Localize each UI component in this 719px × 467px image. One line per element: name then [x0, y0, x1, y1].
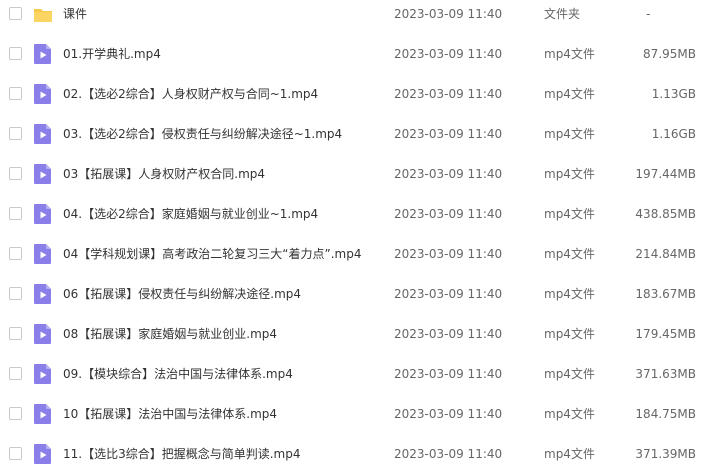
file-name[interactable]: 10【拓展课】法治中国与法律体系.mp4: [63, 394, 277, 434]
file-date: 2023-03-09 11:40: [394, 447, 503, 461]
file-name[interactable]: 01.开学典礼.mp4: [63, 34, 161, 74]
file-name[interactable]: 06【拓展课】侵权责任与纠纷解决途径.mp4: [63, 274, 301, 314]
file-date: 2023-03-09 11:40: [394, 47, 503, 61]
folder-icon: [33, 3, 53, 25]
file-size: 438.85MB: [635, 207, 696, 221]
file-date: 2023-03-09 11:40: [394, 7, 503, 21]
file-type: mp4文件: [544, 167, 595, 181]
file-date: 2023-03-09 11:40: [394, 87, 503, 101]
file-date: 2023-03-09 11:40: [394, 247, 503, 261]
file-size: 179.45MB: [635, 327, 696, 341]
file-name[interactable]: 课件: [63, 0, 87, 34]
file-type: mp4文件: [544, 447, 595, 461]
file-name[interactable]: 02.【选必2综合】人身权财产权与合同~1.mp4: [63, 74, 318, 114]
file-type: mp4文件: [544, 367, 595, 381]
file-type: mp4文件: [544, 207, 595, 221]
video-file-icon: [33, 323, 53, 345]
file-row[interactable]: 09.【模块综合】法治中国与法律体系.mp4 2023-03-09 11:40 …: [0, 354, 719, 394]
file-row[interactable]: 03【拓展课】人身权财产权合同.mp4 2023-03-09 11:40 mp4…: [0, 154, 719, 194]
file-size: 371.63MB: [635, 367, 696, 381]
file-type: mp4文件: [544, 247, 595, 261]
file-row[interactable]: 02.【选必2综合】人身权财产权与合同~1.mp4 2023-03-09 11:…: [0, 74, 719, 114]
file-size: 371.39MB: [635, 447, 696, 461]
file-date: 2023-03-09 11:40: [394, 407, 503, 421]
file-row-folder[interactable]: 课件 2023-03-09 11:40 文件夹 -: [0, 0, 719, 34]
file-type: mp4文件: [544, 287, 595, 301]
file-size: -: [646, 7, 651, 21]
file-row[interactable]: 06【拓展课】侵权责任与纠纷解决途径.mp4 2023-03-09 11:40 …: [0, 274, 719, 314]
row-checkbox[interactable]: [9, 247, 22, 260]
file-name[interactable]: 04【学科规划课】高考政治二轮复习三大“着力点”.mp4: [63, 234, 361, 274]
row-checkbox[interactable]: [9, 367, 22, 380]
file-row[interactable]: 10【拓展课】法治中国与法律体系.mp4 2023-03-09 11:40 mp…: [0, 394, 719, 434]
file-size: 1.16GB: [651, 127, 696, 141]
video-file-icon: [33, 243, 53, 265]
row-checkbox[interactable]: [9, 7, 22, 20]
file-size: 197.44MB: [635, 167, 696, 181]
file-date: 2023-03-09 11:40: [394, 127, 503, 141]
row-checkbox[interactable]: [9, 447, 22, 460]
row-checkbox[interactable]: [9, 207, 22, 220]
file-type: mp4文件: [544, 47, 595, 61]
file-type: mp4文件: [544, 87, 595, 101]
row-checkbox[interactable]: [9, 287, 22, 300]
video-file-icon: [33, 123, 53, 145]
row-checkbox[interactable]: [9, 407, 22, 420]
file-name[interactable]: 03【拓展课】人身权财产权合同.mp4: [63, 154, 265, 194]
file-name[interactable]: 08【拓展课】家庭婚姻与就业创业.mp4: [63, 314, 277, 354]
video-file-icon: [33, 283, 53, 305]
file-date: 2023-03-09 11:40: [394, 167, 503, 181]
file-row[interactable]: 04.【选必2综合】家庭婚姻与就业创业~1.mp4 2023-03-09 11:…: [0, 194, 719, 234]
video-file-icon: [33, 43, 53, 65]
file-size: 184.75MB: [635, 407, 696, 421]
file-type: 文件夹: [544, 7, 581, 21]
file-type: mp4文件: [544, 327, 595, 341]
file-size: 1.13GB: [651, 87, 696, 101]
file-name[interactable]: 03.【选必2综合】侵权责任与纠纷解决途径~1.mp4: [63, 114, 342, 154]
file-row[interactable]: 08【拓展课】家庭婚姻与就业创业.mp4 2023-03-09 11:40 mp…: [0, 314, 719, 354]
file-row[interactable]: 11.【选比3综合】把握概念与简单判读.mp4 2023-03-09 11:40…: [0, 434, 719, 467]
file-size: 183.67MB: [635, 287, 696, 301]
file-date: 2023-03-09 11:40: [394, 327, 503, 341]
row-checkbox[interactable]: [9, 127, 22, 140]
video-file-icon: [33, 83, 53, 105]
file-date: 2023-03-09 11:40: [394, 207, 503, 221]
row-checkbox[interactable]: [9, 47, 22, 60]
file-row[interactable]: 01.开学典礼.mp4 2023-03-09 11:40 mp4文件 87.95…: [0, 34, 719, 74]
file-type: mp4文件: [544, 127, 595, 141]
video-file-icon: [33, 403, 53, 425]
file-date: 2023-03-09 11:40: [394, 367, 503, 381]
video-file-icon: [33, 163, 53, 185]
file-type: mp4文件: [544, 407, 595, 421]
file-size: 87.95MB: [643, 47, 696, 61]
file-name[interactable]: 09.【模块综合】法治中国与法律体系.mp4: [63, 354, 293, 394]
file-name[interactable]: 04.【选必2综合】家庭婚姻与就业创业~1.mp4: [63, 194, 318, 234]
file-size: 214.84MB: [635, 247, 696, 261]
row-checkbox[interactable]: [9, 327, 22, 340]
row-checkbox[interactable]: [9, 167, 22, 180]
video-file-icon: [33, 443, 53, 465]
video-file-icon: [33, 203, 53, 225]
file-row[interactable]: 03.【选必2综合】侵权责任与纠纷解决途径~1.mp4 2023-03-09 1…: [0, 114, 719, 154]
file-list: 课件 2023-03-09 11:40 文件夹 - 01.开学典礼.mp4 20…: [0, 0, 719, 467]
file-row[interactable]: 04【学科规划课】高考政治二轮复习三大“着力点”.mp4 2023-03-09 …: [0, 234, 719, 274]
video-file-icon: [33, 363, 53, 385]
file-name[interactable]: 11.【选比3综合】把握概念与简单判读.mp4: [63, 434, 300, 467]
file-date: 2023-03-09 11:40: [394, 287, 503, 301]
row-checkbox[interactable]: [9, 87, 22, 100]
